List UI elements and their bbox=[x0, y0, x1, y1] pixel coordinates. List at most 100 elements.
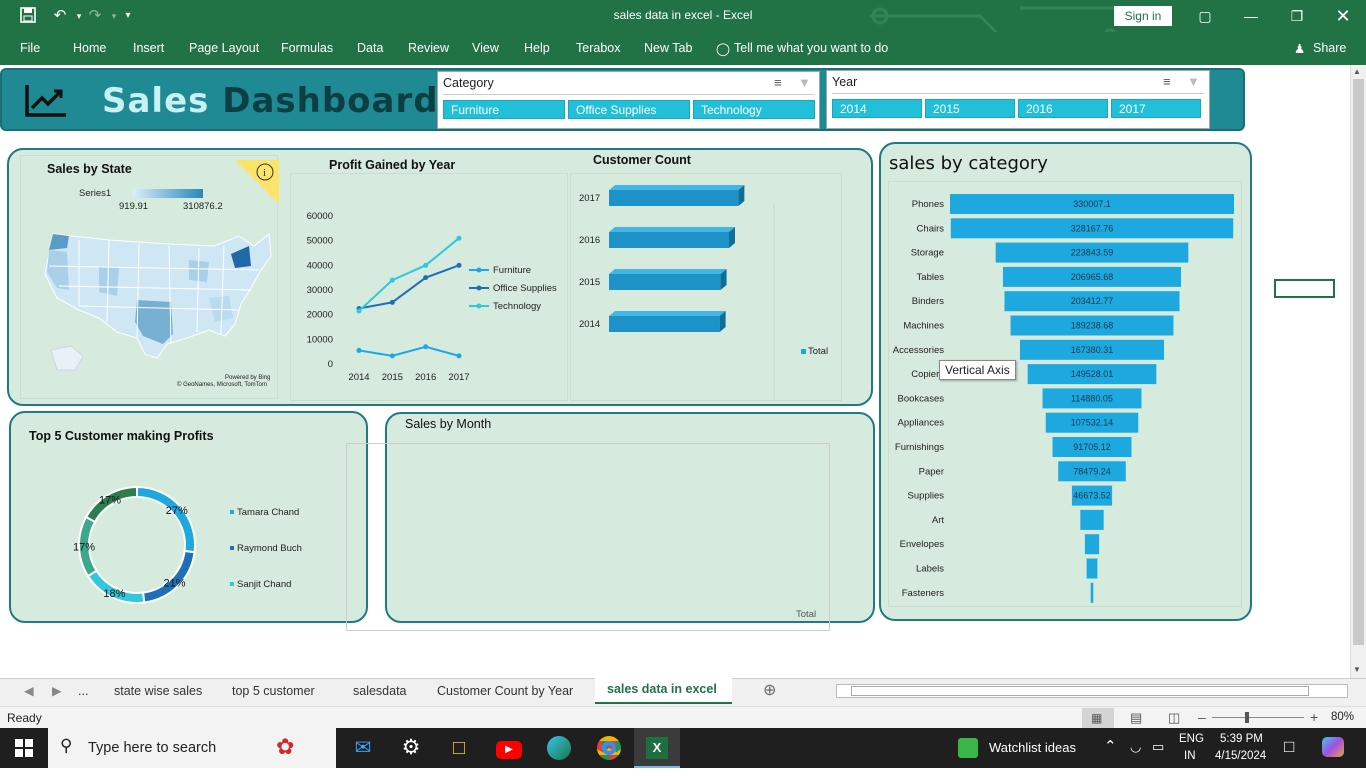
tab-salesdata[interactable]: salesdata bbox=[353, 680, 407, 702]
menu-terabox[interactable]: Terabox bbox=[576, 41, 620, 55]
edge-browser-icon[interactable] bbox=[536, 728, 582, 768]
tab-more[interactable]: ... bbox=[78, 680, 88, 702]
profit-series-line bbox=[358, 237, 460, 312]
mail-icon[interactable]: ✉ bbox=[342, 728, 384, 768]
donut-legend-marker bbox=[230, 582, 234, 586]
ribbon-display-options-icon[interactable]: ▢ bbox=[1182, 0, 1228, 32]
zoom-slider-thumb[interactable] bbox=[1245, 712, 1249, 723]
menu-home[interactable]: Home bbox=[73, 41, 106, 55]
customer-y-tick: 2014 bbox=[579, 319, 600, 330]
menu-help[interactable]: Help bbox=[524, 41, 550, 55]
close-icon[interactable]: ✕ bbox=[1320, 0, 1366, 32]
battery-icon[interactable]: ▭ bbox=[1152, 739, 1164, 755]
clock-date[interactable]: 4/15/2024 bbox=[1215, 750, 1266, 762]
profit-legend-marker bbox=[476, 303, 482, 309]
tab-state-wise-sales[interactable]: state wise sales bbox=[114, 680, 202, 702]
worksheet[interactable]: Sales Dashboard Category ≡ ▼ Furniture O… bbox=[0, 65, 1350, 678]
language-region[interactable]: IN bbox=[1184, 750, 1196, 762]
tab-top-5-customer[interactable]: top 5 customer bbox=[232, 680, 315, 702]
tab-scroll-left-icon[interactable]: ◀ bbox=[24, 680, 34, 702]
page-layout-view-icon[interactable]: ▤ bbox=[1130, 710, 1142, 726]
scroll-up-icon[interactable]: ▲ bbox=[1353, 67, 1361, 76]
windows-start-icon[interactable] bbox=[0, 728, 48, 768]
menu-view[interactable]: View bbox=[472, 41, 499, 55]
clear-filter-icon[interactable]: ▼ bbox=[798, 75, 811, 90]
us-state-map[interactable] bbox=[39, 226, 279, 376]
customer-bar-top bbox=[609, 227, 735, 232]
category-label: Phones bbox=[912, 199, 944, 210]
tab-sales-data-in-excel[interactable]: sales data in excel bbox=[595, 678, 732, 704]
profit-y-tick: 60000 bbox=[307, 211, 333, 222]
clock-time[interactable]: 5:39 PM bbox=[1220, 733, 1263, 745]
multi-select-icon[interactable]: ≡ bbox=[1163, 74, 1171, 89]
minimize-icon[interactable]: — bbox=[1228, 0, 1274, 32]
year-slicer[interactable]: Year ≡ ▼ 2014 2015 2016 2017 bbox=[826, 70, 1210, 129]
slicer-item-2017[interactable]: 2017 bbox=[1111, 99, 1201, 118]
tray-chevron-icon[interactable]: ⌃ bbox=[1104, 737, 1117, 755]
page-break-view-icon[interactable]: ◫ bbox=[1168, 710, 1180, 726]
category-bar bbox=[1090, 582, 1094, 603]
chrome-icon[interactable] bbox=[586, 728, 632, 768]
category-bar bbox=[1080, 509, 1104, 530]
multi-select-icon[interactable]: ≡ bbox=[774, 75, 782, 90]
tab-customer-count-by-year[interactable]: Customer Count by Year bbox=[437, 680, 573, 702]
menu-review[interactable]: Review bbox=[408, 41, 449, 55]
profit-chart[interactable]: Profit Gained by Year 0 10000 20000 30000 40… bbox=[290, 158, 568, 401]
add-sheet-icon[interactable]: ⊕ bbox=[763, 680, 776, 702]
category-chart[interactable]: Phones 330007.1 Chairs 328167.76 Storage 2238… bbox=[888, 181, 1242, 607]
profit-point bbox=[389, 277, 395, 283]
top5-chart[interactable]: Top 5 Customer making Profits 27% Tamara … bbox=[20, 419, 328, 615]
zoom-level[interactable]: 80% bbox=[1331, 711, 1354, 723]
taskbar-search-box[interactable]: ⚲ Type here to search ✿ bbox=[48, 728, 336, 768]
settings-gear-icon[interactable]: ⚙ bbox=[390, 728, 432, 768]
menu-file[interactable]: File bbox=[20, 41, 40, 55]
watchlist-label[interactable]: Watchlist ideas bbox=[989, 740, 1076, 755]
slicer-item-2016[interactable]: 2016 bbox=[1018, 99, 1108, 118]
restore-icon[interactable]: ❐ bbox=[1274, 0, 1320, 32]
vertical-scroll-thumb[interactable] bbox=[1353, 79, 1364, 645]
zoom-slider[interactable] bbox=[1212, 717, 1304, 718]
category-slicer[interactable]: Category ≡ ▼ Furniture Office Supplies T… bbox=[437, 71, 820, 129]
scroll-down-icon[interactable]: ▼ bbox=[1353, 665, 1361, 674]
slicer-item-office-supplies[interactable]: Office Supplies bbox=[568, 100, 690, 119]
notification-icon[interactable]: □ bbox=[1284, 737, 1294, 757]
zoom-out-icon[interactable]: – bbox=[1198, 709, 1206, 725]
customer-count-chart[interactable]: Customer Count 0200400600800201720162015… bbox=[570, 153, 842, 401]
menu-data[interactable]: Data bbox=[357, 41, 383, 55]
profit-point bbox=[356, 308, 362, 314]
menu-formulas[interactable]: Formulas bbox=[281, 41, 333, 55]
map-powered-label: Powered by Bing bbox=[225, 375, 271, 381]
slicer-item-furniture[interactable]: Furniture bbox=[443, 100, 565, 119]
watchlist-icon[interactable] bbox=[958, 738, 978, 758]
menu-page-layout[interactable]: Page Layout bbox=[189, 41, 259, 55]
slicer-item-2014[interactable]: 2014 bbox=[832, 99, 922, 118]
customer-bar bbox=[609, 232, 729, 248]
clear-filter-icon[interactable]: ▼ bbox=[1187, 74, 1200, 89]
tell-me-search[interactable]: Tell me what you want to do bbox=[734, 41, 888, 55]
language-code[interactable]: ENG bbox=[1179, 733, 1204, 745]
selected-cell[interactable] bbox=[1274, 279, 1335, 298]
slicer-item-technology[interactable]: Technology bbox=[693, 100, 815, 119]
map-chart[interactable]: Sales by State Series1 919.91 310876.2 i… bbox=[20, 155, 279, 399]
sign-in-button[interactable]: Sign in bbox=[1114, 6, 1172, 26]
horizontal-scroll-thumb[interactable] bbox=[851, 686, 1309, 696]
info-icon[interactable]: i bbox=[235, 160, 279, 204]
zoom-in-icon[interactable]: + bbox=[1310, 709, 1318, 725]
menu-new-tab[interactable]: New Tab bbox=[644, 41, 692, 55]
month-chart[interactable]: 0500001000001500002000002500003000003500… bbox=[390, 437, 830, 623]
slicer-item-2015[interactable]: 2015 bbox=[925, 99, 1015, 118]
file-explorer-icon[interactable]: □ bbox=[438, 728, 480, 768]
wifi-icon[interactable]: ◡ bbox=[1130, 739, 1141, 755]
customer-bar-top bbox=[609, 185, 745, 190]
youtube-icon[interactable]: ▶ bbox=[486, 728, 532, 768]
vertical-scrollbar[interactable]: ▲ ▼ bbox=[1350, 65, 1366, 678]
tab-scroll-right-icon[interactable]: ▶ bbox=[52, 680, 62, 702]
share-button[interactable]: Share bbox=[1313, 41, 1346, 55]
donut-slice bbox=[136, 485, 196, 554]
copilot-icon[interactable] bbox=[1322, 737, 1344, 757]
flower-icon: ✿ bbox=[276, 734, 295, 759]
header-title-area: Sales Dashboard bbox=[4, 71, 438, 129]
menu-insert[interactable]: Insert bbox=[133, 41, 164, 55]
excel-taskbar-icon[interactable]: X bbox=[634, 728, 680, 768]
horizontal-scrollbar[interactable] bbox=[836, 684, 1348, 698]
